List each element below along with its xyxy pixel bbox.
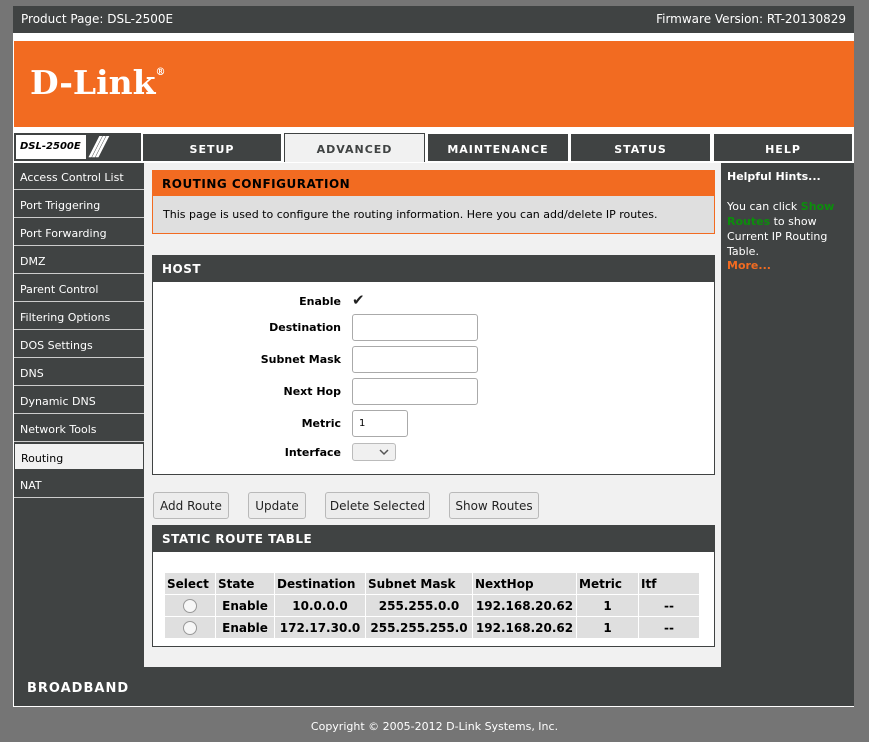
row-state: Enable — [215, 616, 275, 639]
col-itf: Itf — [638, 572, 700, 595]
row-nexthop: 192.168.20.62 — [472, 616, 577, 639]
row-select-cell — [164, 594, 216, 617]
next-hop-input[interactable] — [352, 378, 478, 405]
interface-label: Interface — [284, 446, 341, 459]
row-metric: 1 — [576, 594, 639, 617]
sidebar-item-access-control-list[interactable]: Access Control List — [14, 163, 144, 190]
tab-help[interactable]: HELP — [714, 134, 852, 161]
row-select-radio[interactable] — [183, 620, 197, 635]
enable-checkbox[interactable]: ✔ — [352, 292, 368, 308]
hints-text: You can click Show Routes to show Curren… — [727, 200, 835, 258]
enable-label: Enable — [299, 295, 341, 308]
sidebar-item-filtering-options[interactable]: Filtering Options — [14, 303, 144, 330]
firmware-version-label: Firmware Version: RT-20130829 — [656, 12, 846, 26]
add-route-button[interactable]: Add Route — [153, 492, 229, 519]
table-row: Enable 172.17.30.0 255.255.255.0 192.168… — [164, 616, 700, 639]
row-select-cell — [164, 616, 216, 639]
col-nexthop: NextHop — [472, 572, 577, 595]
sidebar-item-port-forwarding[interactable]: Port Forwarding — [14, 219, 144, 246]
col-destination: Destination — [274, 572, 366, 595]
tab-maintenance[interactable]: MAINTENANCE — [428, 134, 568, 161]
routing-config-header: ROUTING CONFIGURATION — [152, 170, 715, 196]
top-bar: Product Page: DSL-2500E Firmware Version… — [13, 6, 854, 33]
next-hop-label: Next Hop — [283, 385, 342, 398]
table-header-row: Select State Destination Subnet Mask Nex… — [164, 572, 700, 595]
helpful-hints-panel: Helpful Hints... You can click Show Rout… — [721, 163, 854, 667]
footer-bar: BROADBAND — [14, 667, 854, 706]
row-itf: -- — [638, 594, 700, 617]
row-select-radio[interactable] — [183, 598, 197, 613]
header-banner: D-Link® — [14, 41, 854, 127]
copyright-text: Copyright © 2005-2012 D-Link Systems, In… — [310, 720, 559, 733]
col-metric: Metric — [576, 572, 639, 595]
routing-description: This page is used to configure the routi… — [163, 208, 658, 221]
row-metric: 1 — [576, 616, 639, 639]
routing-config-body: This page is used to configure the routi… — [152, 196, 715, 234]
tab-status[interactable]: STATUS — [571, 134, 710, 161]
delete-selected-button[interactable]: Delete Selected — [325, 492, 430, 519]
static-route-table: Select State Destination Subnet Mask Nex… — [164, 572, 700, 639]
dlink-logo: D-Link® — [30, 63, 166, 102]
col-select: Select — [164, 572, 216, 595]
model-badge: DSL-2500E /// — [14, 133, 141, 161]
product-page-label: Product Page: DSL-2500E — [21, 12, 174, 26]
row-subnet-mask: 255.255.0.0 — [365, 594, 473, 617]
update-button[interactable]: Update — [248, 492, 306, 519]
sidebar-item-dos-settings[interactable]: DOS Settings — [14, 331, 144, 358]
host-header: HOST — [152, 255, 715, 282]
sidebar: Access Control List Port Triggering Port… — [14, 163, 144, 667]
col-subnet-mask: Subnet Mask — [365, 572, 473, 595]
table-row: Enable 10.0.0.0 255.255.0.0 192.168.20.6… — [164, 594, 700, 617]
destination-input[interactable] — [352, 314, 478, 341]
sidebar-item-dmz[interactable]: DMZ — [14, 247, 144, 274]
row-state: Enable — [215, 594, 275, 617]
metric-label: Metric — [301, 417, 341, 430]
chevron-down-icon — [379, 449, 389, 456]
row-itf: -- — [638, 616, 700, 639]
subnet-mask-input[interactable] — [352, 346, 478, 373]
destination-label: Destination — [269, 321, 341, 334]
sidebar-item-dynamic-dns[interactable]: Dynamic DNS — [14, 387, 144, 414]
show-routes-button[interactable]: Show Routes — [449, 492, 539, 519]
row-nexthop: 192.168.20.62 — [472, 594, 577, 617]
interface-select[interactable] — [352, 443, 396, 461]
sidebar-item-routing[interactable]: Routing — [14, 443, 144, 470]
subnet-mask-label: Subnet Mask — [260, 353, 341, 366]
tab-advanced[interactable]: ADVANCED — [284, 133, 425, 162]
footer-brand: BROADBAND — [27, 681, 130, 696]
col-state: State — [215, 572, 275, 595]
row-subnet-mask: 255.255.255.0 — [365, 616, 473, 639]
metric-input[interactable]: 1 — [352, 410, 408, 437]
model-name: DSL-2500E — [16, 135, 86, 159]
sidebar-item-parent-control[interactable]: Parent Control — [14, 275, 144, 302]
sidebar-item-network-tools[interactable]: Network Tools — [14, 415, 144, 442]
row-destination: 172.17.30.0 — [274, 616, 366, 639]
sidebar-item-dns[interactable]: DNS — [14, 359, 144, 386]
slash-decoration-icon: /// — [91, 132, 107, 162]
tab-setup[interactable]: SETUP — [143, 134, 281, 161]
sidebar-item-nat[interactable]: NAT — [14, 471, 144, 498]
static-route-table-header: STATIC ROUTE TABLE — [152, 525, 715, 552]
sidebar-item-port-triggering[interactable]: Port Triggering — [14, 191, 144, 218]
hints-title: Helpful Hints... — [727, 170, 821, 183]
row-destination: 10.0.0.0 — [274, 594, 366, 617]
hints-more-link[interactable]: More... — [727, 259, 771, 272]
